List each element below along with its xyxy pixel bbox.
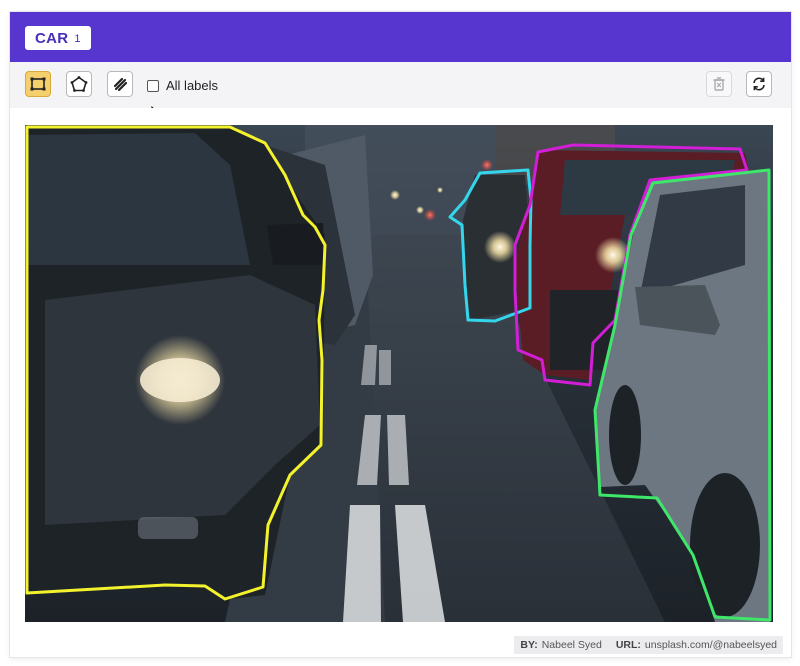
- annotation-tool-window: CAR 1 All labels BY: Nabeel Syed URL: un…: [10, 12, 791, 657]
- polygon-tool-button[interactable]: [66, 71, 92, 97]
- polygon-icon: [70, 76, 88, 92]
- bounding-box-icon: [30, 77, 46, 91]
- annotated-image-canvas[interactable]: [25, 125, 773, 622]
- all-labels-label: All labels: [166, 78, 219, 93]
- street-traffic-photo[interactable]: [25, 125, 773, 622]
- annotation-canvas-area: BY: Nabeel Syed URL: unsplash.com/@nabee…: [10, 108, 791, 657]
- brush-icon: [113, 77, 128, 92]
- all-labels-toggle[interactable]: All labels: [147, 78, 218, 93]
- trash-icon: [713, 77, 725, 91]
- photo-credit: BY: Nabeel Syed URL: unsplash.com/@nabee…: [514, 636, 783, 654]
- all-labels-checkbox[interactable]: [147, 79, 159, 92]
- distant-light: [390, 190, 400, 200]
- delete-tool-button[interactable]: [706, 71, 732, 97]
- toolbar: All labels: [10, 62, 791, 118]
- label-chip-car[interactable]: CAR 1: [25, 26, 91, 50]
- refresh-icon: [753, 77, 765, 91]
- label-header-bar: CAR 1: [10, 12, 791, 62]
- credit-by-value: Nabeel Syed: [541, 639, 602, 651]
- car-4-rear-wheel: [609, 385, 641, 485]
- distant-tail-light: [481, 159, 493, 171]
- label-chip-name: CAR: [35, 29, 69, 47]
- label-chip-count: 1: [74, 33, 81, 45]
- reset-tool-button[interactable]: [746, 71, 772, 97]
- distant-tail-light: [424, 209, 436, 221]
- car-1-windshield: [27, 133, 250, 265]
- distant-light: [416, 206, 424, 214]
- distant-light: [437, 187, 443, 193]
- brush-tool-button[interactable]: [107, 71, 133, 97]
- car-1-headlight: [140, 358, 220, 402]
- credit-by-label: BY:: [520, 639, 538, 651]
- credit-url-label: URL:: [615, 639, 641, 651]
- car-4-wheel: [690, 473, 760, 617]
- bounding-box-tool-button[interactable]: [25, 71, 51, 97]
- car-2-headlight-glow: [484, 231, 516, 263]
- lane-marking: [379, 350, 391, 385]
- credit-url-value[interactable]: unsplash.com/@nabeelsyed: [645, 639, 777, 651]
- car-1-fog-light: [138, 517, 198, 539]
